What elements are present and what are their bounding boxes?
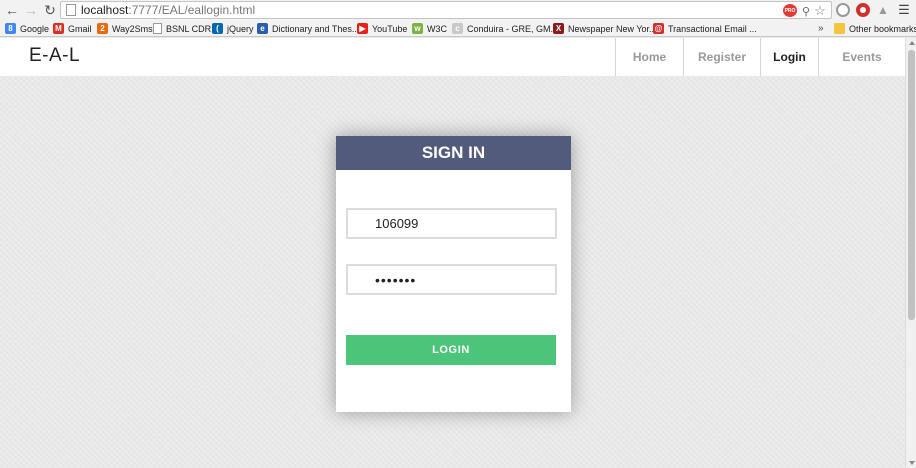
bookmark-label: Transactional Email ... [668, 23, 757, 34]
site-nav: Home Register Login Events [615, 38, 905, 76]
page-viewport: E-A-L Home Register Login Events SIGN IN… [0, 38, 905, 468]
page-icon [153, 23, 162, 34]
extension-circle-icon[interactable] [836, 3, 850, 17]
browser-toolbar: ← → ↻ localhost:7777/EAL/eallogin.html P… [0, 0, 916, 20]
other-bookmarks-button[interactable]: Other bookmarks [834, 21, 916, 36]
password-input[interactable]: ••••••• [346, 264, 557, 295]
forward-arrow-icon[interactable]: → [22, 1, 40, 19]
bookmark-page[interactable]: BSNL CDR [153, 21, 211, 36]
back-arrow-icon[interactable]: ← [3, 1, 21, 19]
bookmark-youtube[interactable]: ▶ YouTube [357, 21, 407, 36]
bookmark-dictionary[interactable]: e Dictionary and Thes... [257, 21, 359, 36]
bookmark-label: BSNL CDR [166, 23, 212, 34]
bookmark-jquery[interactable]: ( jQuery [212, 21, 254, 36]
way2sms-icon: 2 [97, 23, 108, 34]
more-bookmarks-button[interactable]: » [818, 21, 824, 36]
megaphone-icon[interactable]: ▲ [876, 3, 890, 17]
address-bar[interactable]: localhost:7777/EAL/eallogin.html PRO ⚲ ☆ [60, 1, 832, 19]
bookmark-email[interactable]: @ Transactional Email ... [653, 21, 757, 36]
bookmark-label: W3C [427, 23, 447, 34]
bookmark-google[interactable]: 8 Google [5, 21, 49, 36]
email-icon: @ [653, 23, 664, 34]
bookmark-label: Newspaper New Yor... [568, 23, 657, 34]
adblock-icon[interactable] [856, 3, 870, 17]
newspaper-icon: X [553, 23, 564, 34]
key-icon[interactable]: ⚲ [799, 4, 813, 18]
dictionary-icon: e [257, 23, 268, 34]
bookmark-conduira[interactable]: c Conduira - GRE, GM... [452, 21, 558, 36]
scrollbar-thumb[interactable] [908, 50, 915, 320]
scroll-down-arrow-icon[interactable] [909, 461, 915, 465]
other-bookmarks-label: Other bookmarks [849, 23, 916, 34]
jquery-icon: ( [212, 23, 223, 34]
site-brand[interactable]: E-A-L [29, 45, 80, 67]
bookmark-label: jQuery [227, 23, 254, 34]
pro-extension-icon[interactable]: PRO [783, 4, 797, 17]
gmail-icon: M [53, 23, 64, 34]
w3c-icon: w [412, 23, 423, 34]
bookmark-label: Conduira - GRE, GM... [467, 23, 559, 34]
folder-icon [834, 23, 845, 34]
bookmark-label: Dictionary and Thes... [272, 23, 360, 34]
nav-login[interactable]: Login [760, 38, 818, 76]
bookmark-label: YouTube [372, 23, 408, 34]
scroll-up-arrow-icon[interactable] [909, 41, 915, 45]
username-input[interactable]: 106099 [346, 208, 557, 239]
address-url[interactable]: localhost:7777/EAL/eallogin.html [81, 3, 255, 17]
reload-icon[interactable]: ↻ [41, 1, 59, 19]
bookmark-label: Gmail [68, 23, 92, 34]
nav-events[interactable]: Events [818, 38, 905, 76]
google-icon: 8 [5, 23, 16, 34]
menu-icon[interactable]: ☰ [897, 2, 911, 17]
login-card: SIGN IN 106099 ••••••• LOGIN [336, 136, 571, 412]
page-icon [66, 4, 76, 16]
login-button[interactable]: LOGIN [346, 335, 556, 365]
page-scrollbar[interactable] [905, 38, 916, 468]
youtube-icon: ▶ [357, 23, 368, 34]
bookmark-w3c[interactable]: w W3C [412, 21, 447, 36]
login-title: SIGN IN [336, 136, 571, 170]
conduira-icon: c [452, 23, 463, 34]
bookmark-way2sms[interactable]: 2 Way2Sms [97, 21, 153, 36]
nav-home[interactable]: Home [615, 38, 683, 76]
nav-register[interactable]: Register [683, 38, 760, 76]
bookmark-newspaper[interactable]: X Newspaper New Yor... [553, 21, 657, 36]
site-header: E-A-L Home Register Login Events [0, 38, 905, 76]
bookmarks-bar: » Other bookmarks 8 Google M Gmail 2 Way2Sms B… [0, 20, 916, 37]
bookmark-label: Way2Sms [112, 23, 153, 34]
bookmark-star-icon[interactable]: ☆ [813, 3, 827, 18]
bookmark-gmail[interactable]: M Gmail [53, 21, 92, 36]
bookmark-label: Google [20, 23, 50, 34]
